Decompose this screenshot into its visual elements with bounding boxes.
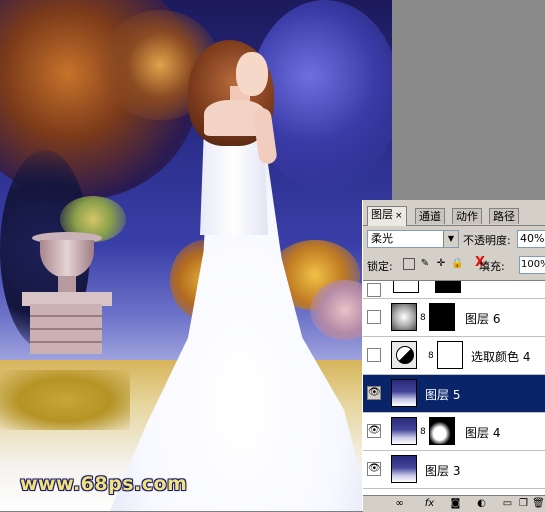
layer-name: 图层 3 bbox=[425, 464, 461, 478]
layer-name: 选取颜色 4 bbox=[471, 350, 531, 364]
group-icon[interactable]: ▭ bbox=[501, 497, 514, 510]
layer-thumbnail bbox=[391, 417, 417, 445]
opacity-label: 不透明度: bbox=[463, 234, 511, 247]
lock-row: 锁定: ✎ ✛ 🔒 X 填充: 100% bbox=[367, 255, 545, 274]
tab-layers[interactable]: 图层 × bbox=[367, 206, 407, 226]
tab-label: 通道 bbox=[419, 210, 441, 223]
layers-panel: 图层 × 通道 动作 路径 柔光 ▼ 不透明度: 40% 锁定: ✎ ✛ 🔒 X … bbox=[362, 200, 545, 512]
link-icon: 8 bbox=[428, 351, 434, 361]
mask-icon[interactable]: ◙ bbox=[449, 497, 462, 510]
layer-row-selected[interactable]: 👁 图层 5 bbox=[363, 375, 545, 413]
fill-label: 填充: bbox=[479, 260, 505, 273]
layer-row[interactable]: 8 选取颜色 4 bbox=[363, 337, 545, 375]
lock-position-icon[interactable]: ✛ bbox=[435, 258, 447, 270]
layer-name: 图层 6 bbox=[465, 312, 501, 326]
tab-channels[interactable]: 通道 bbox=[415, 208, 445, 224]
panel-bottom-bar: ∞ fx ◙ ◐ ▭ ❐ 🗑 bbox=[363, 495, 545, 512]
image-canvas: www.68ps.com bbox=[0, 0, 392, 511]
link-icon: 8 bbox=[420, 427, 426, 437]
panel-tabs: 图层 × 通道 动作 路径 bbox=[363, 205, 545, 226]
adjustment-layer-icon bbox=[391, 341, 417, 369]
eye-icon[interactable]: 👁 bbox=[367, 424, 381, 438]
lock-label: 锁定: bbox=[367, 260, 393, 273]
layer-mask-thumbnail bbox=[429, 303, 455, 331]
layer-row[interactable]: 👁 图层 3 bbox=[363, 451, 545, 489]
lock-pixels-icon[interactable]: ✎ bbox=[419, 258, 431, 270]
watermark: www.68ps.com bbox=[20, 473, 188, 495]
adjustment-icon[interactable]: ◐ bbox=[475, 497, 488, 510]
visibility-toggle[interactable] bbox=[367, 348, 381, 362]
visibility-toggle[interactable] bbox=[367, 283, 381, 297]
layer-mask-thumbnail bbox=[435, 281, 461, 293]
link-icon: 8 bbox=[420, 313, 426, 323]
close-icon[interactable]: × bbox=[395, 211, 403, 221]
eye-icon[interactable]: 👁 bbox=[367, 462, 381, 476]
layers-list: 8 图层 6 8 选取颜色 4 👁 图层 5 👁 8 图层 4 👁 图层 3 bbox=[363, 280, 545, 495]
layer-row[interactable]: 👁 8 图层 4 bbox=[363, 413, 545, 451]
blend-mode-select[interactable]: 柔光 ▼ bbox=[367, 230, 459, 248]
tab-label: 图层 bbox=[371, 208, 393, 221]
bride-face bbox=[236, 52, 268, 96]
visibility-toggle[interactable] bbox=[367, 310, 381, 324]
tab-actions[interactable]: 动作 bbox=[452, 208, 482, 224]
grass bbox=[0, 370, 130, 430]
layer-name: 图层 4 bbox=[465, 426, 501, 440]
tab-label: 路径 bbox=[493, 210, 515, 223]
layer-row[interactable]: 8 图层 6 bbox=[363, 299, 545, 337]
blend-row: 柔光 ▼ 不透明度: 40% bbox=[367, 230, 545, 248]
new-layer-icon[interactable]: ❐ bbox=[517, 497, 530, 510]
lock-transparency-icon[interactable] bbox=[403, 258, 415, 270]
layer-thumbnail bbox=[391, 455, 417, 483]
trash-icon[interactable]: 🗑 bbox=[532, 497, 545, 510]
stone-plinth bbox=[30, 304, 102, 354]
workspace-background bbox=[392, 0, 545, 200]
chevron-down-icon[interactable]: ▼ bbox=[443, 231, 458, 247]
tab-label: 动作 bbox=[456, 210, 478, 223]
eye-icon[interactable]: 👁 bbox=[367, 386, 381, 400]
link-icon[interactable]: ∞ bbox=[393, 497, 406, 510]
fill-input[interactable]: 100% bbox=[519, 256, 545, 274]
fx-icon[interactable]: fx bbox=[423, 497, 436, 510]
layer-name: 图层 5 bbox=[425, 388, 461, 402]
layer-row[interactable] bbox=[363, 281, 545, 299]
opacity-input[interactable]: 40% bbox=[517, 230, 545, 248]
adjustment-icon bbox=[396, 346, 414, 364]
tab-paths[interactable]: 路径 bbox=[489, 208, 519, 224]
lock-all-icon[interactable]: 🔒 bbox=[451, 258, 463, 270]
blend-mode-value: 柔光 bbox=[371, 232, 393, 245]
layer-thumbnail bbox=[393, 281, 419, 293]
layer-thumbnail bbox=[391, 379, 417, 407]
layer-mask-thumbnail bbox=[437, 341, 463, 369]
layer-mask-thumbnail bbox=[429, 417, 455, 445]
layer-thumbnail bbox=[391, 303, 417, 331]
